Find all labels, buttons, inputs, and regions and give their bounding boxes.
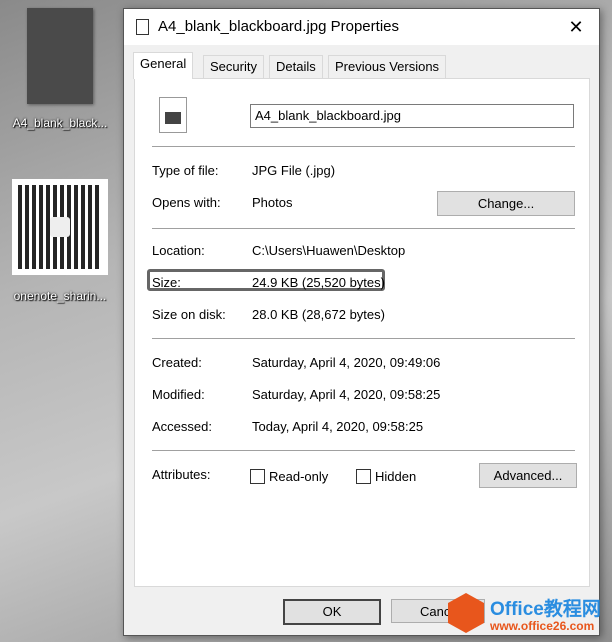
- title-bar: A4_blank_blackboard.jpg Properties ✕: [124, 9, 599, 45]
- watermark-url: www.office26.com: [490, 619, 595, 633]
- location-label: Location:: [152, 243, 205, 258]
- desktop-icon-onenote-sharing[interactable]: onenote_sharin...: [0, 179, 120, 303]
- qr-code-icon: [12, 179, 108, 275]
- size-value: 24.9 KB (25,520 bytes): [252, 275, 385, 290]
- location-value: C:\Users\Huawen\Desktop: [252, 243, 406, 258]
- hidden-checkbox[interactable]: [356, 469, 371, 484]
- created-value: Saturday, April 4, 2020, 09:49:06: [252, 355, 441, 370]
- general-panel: A4_blank_blackboard.jpg Type of file: JP…: [134, 78, 590, 587]
- desktop-icon-a4-blank[interactable]: A4_blank_black...: [0, 8, 120, 130]
- properties-dialog: A4_blank_blackboard.jpg Properties ✕ Gen…: [123, 8, 600, 636]
- desktop-icon-label: A4_blank_black...: [12, 116, 108, 130]
- file-icon: [136, 19, 149, 35]
- close-button[interactable]: ✕: [553, 9, 599, 45]
- change-button[interactable]: Change...: [437, 191, 575, 216]
- type-value: JPG File (.jpg): [252, 163, 336, 178]
- dialog-title: A4_blank_blackboard.jpg Properties: [158, 18, 399, 35]
- modified-value: Saturday, April 4, 2020, 09:58:25: [252, 387, 441, 402]
- opens-with-label: Opens with:: [152, 195, 221, 210]
- size-label: Size:: [152, 275, 181, 290]
- desktop-icon-label: onenote_sharin...: [13, 289, 107, 303]
- ok-button[interactable]: OK: [283, 599, 381, 625]
- accessed-label: Accessed:: [152, 419, 212, 434]
- size-on-disk-label: Size on disk:: [152, 307, 226, 322]
- type-label: Type of file:: [152, 163, 219, 178]
- created-label: Created:: [152, 355, 202, 370]
- advanced-button[interactable]: Advanced...: [479, 463, 577, 488]
- tab-security[interactable]: Security: [203, 55, 264, 78]
- attributes-label: Attributes:: [152, 467, 211, 482]
- image-thumbnail-icon: [27, 8, 93, 104]
- opens-with-value: Photos: [252, 195, 293, 210]
- size-on-disk-value: 28.0 KB (28,672 bytes): [252, 307, 385, 322]
- read-only-checkbox[interactable]: [250, 469, 265, 484]
- tab-details[interactable]: Details: [269, 55, 323, 78]
- read-only-label[interactable]: Read-only: [269, 469, 328, 484]
- filename-input[interactable]: A4_blank_blackboard.jpg: [250, 104, 574, 128]
- tab-general[interactable]: General: [133, 52, 194, 79]
- hidden-label[interactable]: Hidden: [375, 469, 416, 484]
- watermark-title: Office教程网: [490, 599, 601, 620]
- tab-previous-versions[interactable]: Previous Versions: [328, 55, 447, 78]
- image-file-icon: [159, 97, 187, 133]
- accessed-value: Today, April 4, 2020, 09:58:25: [252, 419, 424, 434]
- modified-label: Modified:: [152, 387, 205, 402]
